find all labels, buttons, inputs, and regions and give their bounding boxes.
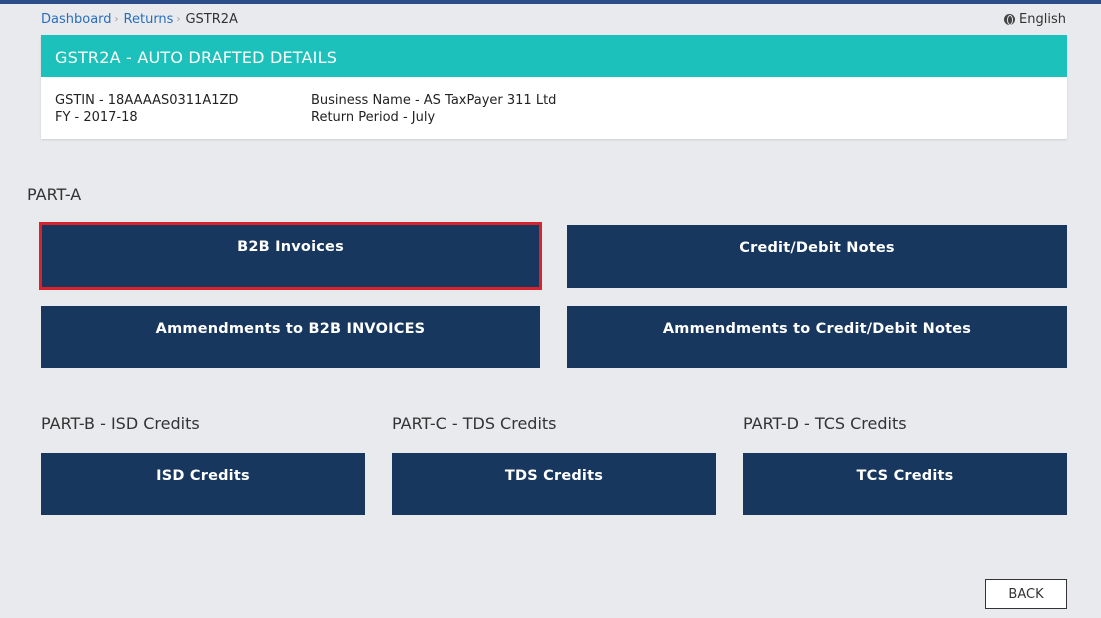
isd-credits-tile[interactable]: ISD Credits	[41, 453, 365, 515]
fy-text: FY - 2017-18	[55, 110, 138, 125]
breadcrumb-current: GSTR2A	[185, 12, 238, 27]
gstin-text: GSTIN - 18AAAAS0311A1ZD	[55, 93, 239, 108]
breadcrumb: Dashboard › Returns › GSTR2A	[41, 12, 238, 27]
part-a-label: PART-A	[27, 185, 82, 204]
part-b-label: PART-B - ISD Credits	[41, 414, 200, 433]
b2b-invoices-tile[interactable]: B2B Invoices	[39, 222, 542, 290]
amendments-b2b-invoices-tile[interactable]: Ammendments to B2B INVOICES	[41, 306, 540, 368]
language-label: English	[1019, 12, 1066, 27]
business-name-text: Business Name - AS TaxPayer 311 Ltd	[311, 93, 557, 108]
tcs-credits-tile[interactable]: TCS Credits	[743, 453, 1067, 515]
details-card: GSTR2A - AUTO DRAFTED DETAILS GSTIN - 18…	[41, 35, 1067, 139]
tds-credits-tile[interactable]: TDS Credits	[392, 453, 716, 515]
language-selector[interactable]: English	[1004, 12, 1066, 27]
breadcrumb-returns[interactable]: Returns	[124, 12, 174, 27]
credit-debit-notes-tile[interactable]: Credit/Debit Notes	[567, 225, 1067, 288]
amendments-credit-debit-notes-tile[interactable]: Ammendments to Credit/Debit Notes	[567, 306, 1067, 368]
breadcrumb-separator: ›	[176, 14, 181, 25]
top-accent-bar	[0, 0, 1101, 4]
return-period-text: Return Period - July	[311, 110, 436, 125]
part-c-label: PART-C - TDS Credits	[392, 414, 557, 433]
details-card-title: GSTR2A - AUTO DRAFTED DETAILS	[41, 35, 1067, 77]
breadcrumb-dashboard[interactable]: Dashboard	[41, 12, 112, 27]
part-d-label: PART-D - TCS Credits	[743, 414, 907, 433]
breadcrumb-separator: ›	[114, 14, 119, 25]
back-button[interactable]: BACK	[985, 579, 1067, 609]
globe-icon	[1004, 14, 1016, 25]
